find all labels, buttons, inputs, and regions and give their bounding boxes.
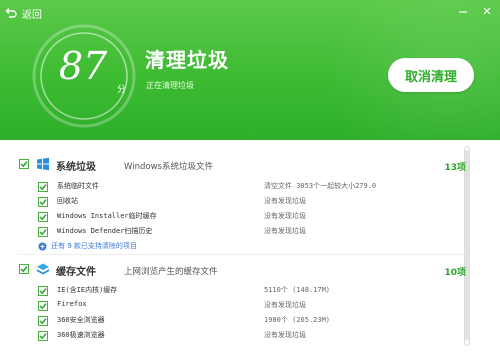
item-checkbox[interactable] [38,197,48,207]
item-name: 系统临时文件 [57,182,99,190]
list-item: 回收站 没有发现垃圾 [0,195,500,209]
item-status: 没有发现垃圾 [264,331,306,339]
list-item: 系统临时文件 清空文件 3053个一起较大小279.0 [0,180,500,194]
back-label: 返回 [22,9,42,21]
item-checkbox[interactable] [38,286,48,296]
group-description: 上网浏览产生的缓存文件 [124,267,218,277]
group-divider [18,254,466,255]
group-name: 系统垃圾 [56,162,96,173]
status-text: 正在清理垃圾 [146,81,194,90]
item-name: 360极速浏览器 [57,331,105,339]
item-checkbox[interactable] [38,212,48,222]
item-status: 1980个 (265.23M) [264,316,331,324]
item-name: Firefox [57,300,87,308]
expand-label: 还有 9 款已支持清除的项目 [51,242,137,250]
group-checkbox[interactable] [19,159,29,169]
item-name: 回收站 [57,197,78,205]
header-banner: 返回 87 分 清理垃圾 正在清理垃圾 取消清理 [0,0,500,140]
item-name: Windows Defender扫描历史 [57,227,153,235]
list-item: 360极速浏览器 没有发现垃圾 [0,329,500,343]
list-item: Firefox 没有发现垃圾 [0,299,500,313]
item-checkbox[interactable] [38,227,48,237]
list-item: Windows Defender扫描历史 没有发现垃圾 [0,225,500,239]
page-title: 清理垃圾 [145,48,229,72]
group-count: 13项 [444,163,466,173]
item-checkbox[interactable] [38,331,48,341]
item-status: 没有发现垃圾 [264,301,306,309]
windows-icon [37,157,49,171]
group-name: 缓存文件 [56,267,96,278]
cloud-cache-icon [37,263,49,275]
list-item: 360安全浏览器 1980个 (265.23M) [0,314,500,328]
item-status: 没有发现垃圾 [264,227,306,235]
group-description: Windows系统垃圾文件 [124,162,213,172]
item-status: 清空文件 3053个一起较大小279.0 [264,182,377,190]
item-name: IE(含IE内核)缓存 [57,286,118,294]
score-value: 87 [58,44,108,88]
item-checkbox[interactable] [38,182,48,192]
item-checkbox[interactable] [38,301,48,311]
cancel-clean-button[interactable]: 取消清理 [388,58,474,92]
item-status: 没有发现垃圾 [264,212,306,220]
back-arrow-icon [5,8,17,18]
item-name: Windows Installer临时缓存 [57,212,157,220]
list-item: Windows Installer临时缓存 没有发现垃圾 [0,210,500,224]
group-checkbox[interactable] [19,264,29,274]
item-status: 没有发现垃圾 [264,197,306,205]
group-cache-files: 缓存文件 上网浏览产生的缓存文件 10项 [0,257,500,281]
group-system-junk: 系统垃圾 Windows系统垃圾文件 13项 [0,152,500,176]
close-icon[interactable] [480,4,494,18]
back-button[interactable]: 返回 [4,4,42,22]
score-unit: 分 [117,85,127,95]
minimize-icon[interactable] [456,4,470,18]
item-name: 360安全浏览器 [57,316,105,324]
item-checkbox[interactable] [38,316,48,326]
expand-more-link[interactable]: 还有 9 款已支持清除的项目 [38,241,137,251]
item-status: 5110个 (148.17M) [264,286,331,294]
group-count: 10项 [444,268,466,278]
list-item: IE(含IE内核)缓存 5110个 (148.17M) [0,284,500,298]
plus-circle-icon [38,242,47,250]
